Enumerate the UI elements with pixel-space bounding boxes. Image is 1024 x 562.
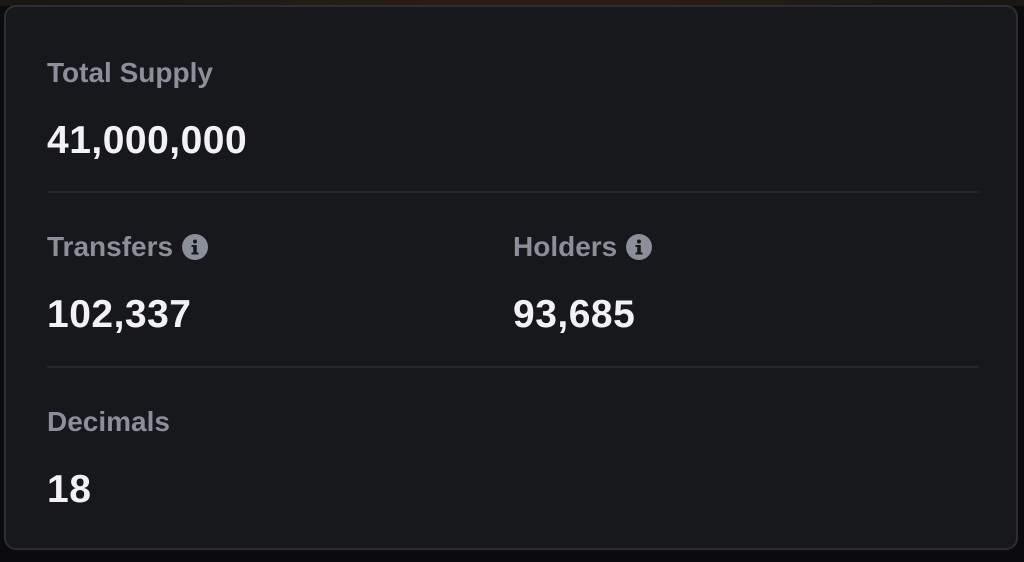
info-icon[interactable] [625, 233, 653, 261]
total-supply-section: Total Supply 41,000,000 [47, 56, 247, 164]
divider [47, 366, 979, 368]
holders-section: Holders 93,685 [513, 230, 653, 338]
total-supply-value: 41,000,000 [47, 119, 248, 162]
transfers-value: 102,337 [47, 293, 192, 336]
total-supply-label: Total Supply [47, 57, 213, 88]
info-icon[interactable] [181, 233, 209, 261]
transfers-label-row: Transfers [47, 230, 209, 264]
transfers-section: Transfers 102,337 [47, 230, 209, 338]
decimals-label: Decimals [47, 406, 170, 437]
holders-value: 93,685 [513, 293, 636, 336]
holders-label-row: Holders [513, 230, 653, 264]
decimals-section: Decimals 18 [47, 405, 170, 513]
holders-label: Holders [513, 231, 618, 262]
transfers-label: Transfers [47, 231, 174, 262]
token-info-card: Total Supply 41,000,000 Transfers 102,33… [4, 5, 1018, 550]
decimals-value: 18 [47, 468, 92, 511]
divider [47, 191, 979, 193]
